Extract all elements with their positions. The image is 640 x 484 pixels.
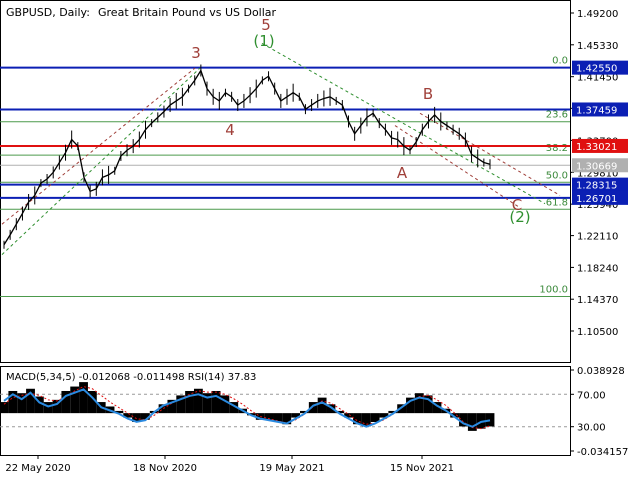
price-tick-label: 1.49200 — [577, 9, 618, 20]
macd-bar — [361, 413, 371, 427]
price-tick-label: 1.22110 — [577, 232, 618, 243]
indicator-tick-label: 30.00 — [577, 423, 606, 434]
macd-bar — [43, 402, 53, 414]
fib-level-label: 61.8 — [546, 197, 568, 208]
macd-bar — [79, 382, 88, 414]
time-tick-label: 18 Nov 2020 — [133, 463, 197, 474]
wave-label: (2) — [509, 208, 530, 226]
price-tick-label: 1.10500 — [577, 327, 618, 338]
fib-level-label: 0.0 — [552, 56, 568, 67]
wave-label: 4 — [225, 121, 235, 139]
price-level-label: 1.42550 — [576, 64, 617, 75]
macd-bar — [467, 413, 477, 431]
wave-label: A — [397, 164, 408, 182]
time-tick-label: 22 May 2020 — [5, 463, 70, 474]
wave-label: (1) — [253, 32, 274, 50]
price-level-label: 1.28315 — [576, 181, 617, 192]
price-tick-label: 1.18240 — [577, 263, 618, 274]
wave-label: B — [423, 85, 433, 103]
price-tick-label: 1.45330 — [577, 41, 618, 52]
indicator-tick-label: 70.00 — [577, 390, 606, 401]
indicator-tick-label: 0.038928 — [577, 366, 625, 377]
wave-label: 3 — [191, 44, 201, 62]
fib-level-label: 100.0 — [539, 284, 568, 295]
gbpusd-chart: 0.0 23.6 38.2 50.0 61.8 100.0 3 5 (1) 4 B A C (2) MAC… — [0, 0, 640, 480]
time-tick-label: 15 Nov 2021 — [390, 463, 454, 474]
macd-bar — [317, 397, 327, 414]
symbol-description: Great Britain Pound vs US Dollar — [98, 6, 277, 19]
price-level-label: 1.26701 — [576, 194, 617, 205]
fib-level-label: 23.6 — [546, 110, 568, 121]
time-tick-label: 19 May 2021 — [259, 463, 324, 474]
price-level-label: 1.37459 — [576, 105, 617, 116]
price-tick-label: 1.14370 — [577, 295, 618, 306]
chart-svg: 0.023.638.250.061.8100.035(1)4BAC(2) MAC… — [0, 0, 640, 480]
fib-level-label: 38.2 — [546, 143, 568, 154]
price-level-label: 1.30669 — [576, 161, 617, 172]
macd-bar — [193, 388, 203, 414]
symbol-timeframe: GBPUSD, Daily: — [6, 6, 90, 19]
indicator-tick-label: -0.034157 — [577, 447, 628, 458]
fib-level-label: 50.0 — [546, 170, 568, 181]
macd-bar — [211, 390, 221, 414]
price-level-label: 1.33021 — [576, 142, 617, 153]
indicator-title: MACD(5,34,5) -0.012068 -0.011498 RSI(14)… — [6, 372, 256, 383]
macd-bar — [485, 413, 495, 427]
